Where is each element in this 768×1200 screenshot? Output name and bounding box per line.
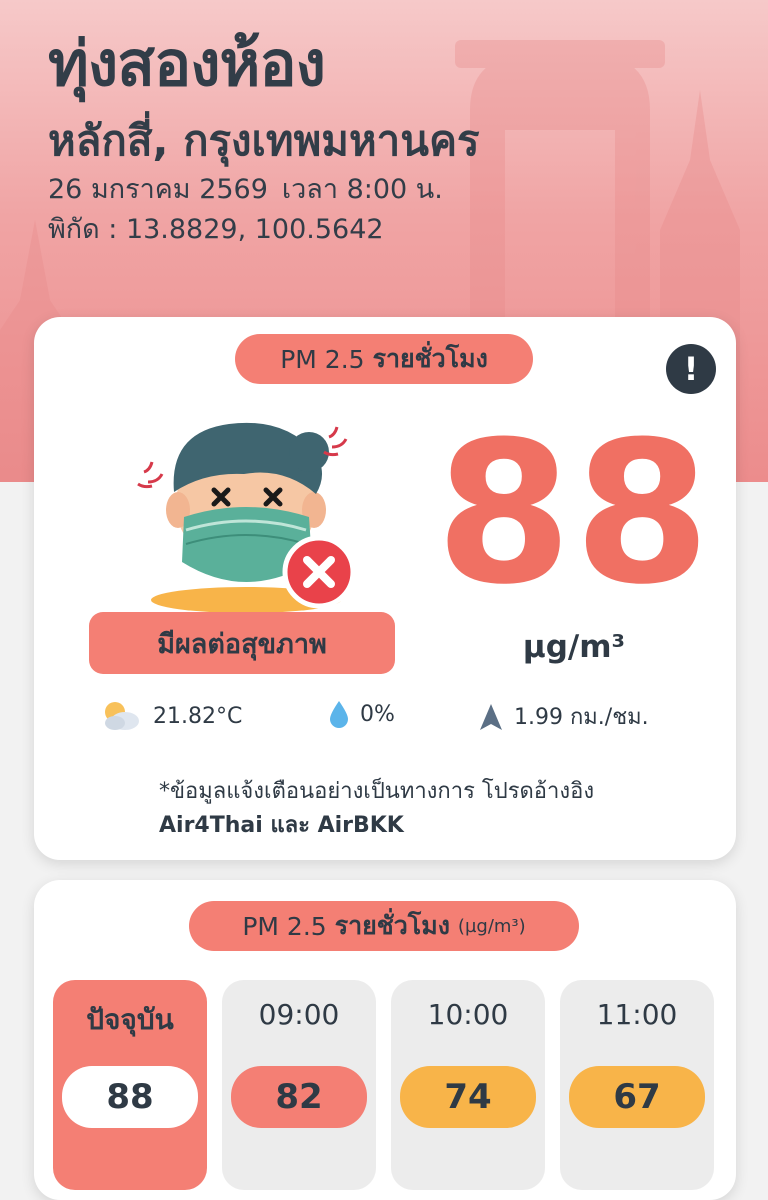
- note-sources: Air4Thai และ AirBKK: [159, 813, 404, 838]
- hour-slot-0900[interactable]: 09:00 82: [222, 980, 376, 1190]
- wind-value: 1.99 กม./ชม.: [514, 705, 649, 730]
- title-bold: รายชั่วโมง: [372, 344, 488, 373]
- datetime-line: 26 มกราคม 2569 เวลา 8:00 น.: [48, 170, 480, 210]
- rain-value: 0%: [360, 701, 395, 727]
- location-subtitle: หลักสี่, กรุงเทพมหานคร: [48, 116, 480, 165]
- slot-value: 82: [231, 1066, 367, 1128]
- raindrop-icon: [330, 701, 348, 728]
- slot-time: 10:00: [427, 998, 509, 1031]
- hour-slot-current[interactable]: ปัจจุบัน 88: [53, 980, 207, 1190]
- hour-slot-1000[interactable]: 10:00 74: [391, 980, 545, 1190]
- disclaimer-note: *ข้อมูลแจ้งเตือนอย่างเป็นทางการ โปรดอ้าง…: [159, 775, 594, 843]
- wind-item: 1.99 กม./ชม.: [478, 699, 649, 734]
- partly-cloudy-icon: [105, 702, 139, 730]
- temperature-value: 21.82°C: [153, 703, 243, 729]
- coordinates-text: พิกัด : 13.8829, 100.5642: [48, 214, 384, 245]
- hour-slot-1100[interactable]: 11:00 67: [560, 980, 714, 1190]
- slot-value: 67: [569, 1066, 705, 1128]
- slot-time: 11:00: [596, 998, 678, 1031]
- hourly-forecast-card: PM 2.5 รายชั่วโมง (µg/m³) ปัจจุบัน 88 09…: [34, 880, 736, 1200]
- current-pm25-card: PM 2.5 รายชั่วโมง ! มีผลต่อสุขภาพ 88 µg/…: [34, 317, 736, 860]
- title-prefix: PM 2.5: [280, 344, 365, 374]
- pm25-value: 88: [435, 400, 713, 628]
- forecast-card-title: PM 2.5 รายชั่วโมง (µg/m³): [189, 901, 579, 951]
- wind-direction-icon: [480, 703, 502, 730]
- sick-face-mascot: [137, 422, 356, 612]
- forecast-title-prefix: PM 2.5: [242, 911, 327, 941]
- slot-value: 74: [400, 1066, 536, 1128]
- slot-time: ปัจจุบัน: [86, 1003, 174, 1036]
- forecast-title-bold: รายชั่วโมง: [334, 911, 450, 940]
- district-name: ทุ่งสองห้อง: [48, 27, 326, 100]
- date-text: 26 มกราคม 2569: [48, 174, 268, 205]
- pm25-unit: µg/m³: [522, 629, 626, 665]
- forecast-title-unit: (µg/m³): [457, 915, 526, 937]
- temperature-item: 21.82°C: [99, 699, 242, 733]
- slot-value: 88: [62, 1066, 198, 1128]
- slot-time: 09:00: [258, 998, 340, 1031]
- health-status-badge: มีผลต่อสุขภาพ: [89, 612, 395, 674]
- rain-item: 0%: [328, 699, 395, 729]
- info-icon[interactable]: !: [666, 344, 716, 394]
- note-line-1: *ข้อมูลแจ้งเตือนอย่างเป็นทางการ โปรดอ้าง…: [159, 779, 595, 804]
- time-text: เวลา 8:00 น.: [281, 174, 443, 205]
- current-card-title: PM 2.5 รายชั่วโมง: [235, 334, 533, 384]
